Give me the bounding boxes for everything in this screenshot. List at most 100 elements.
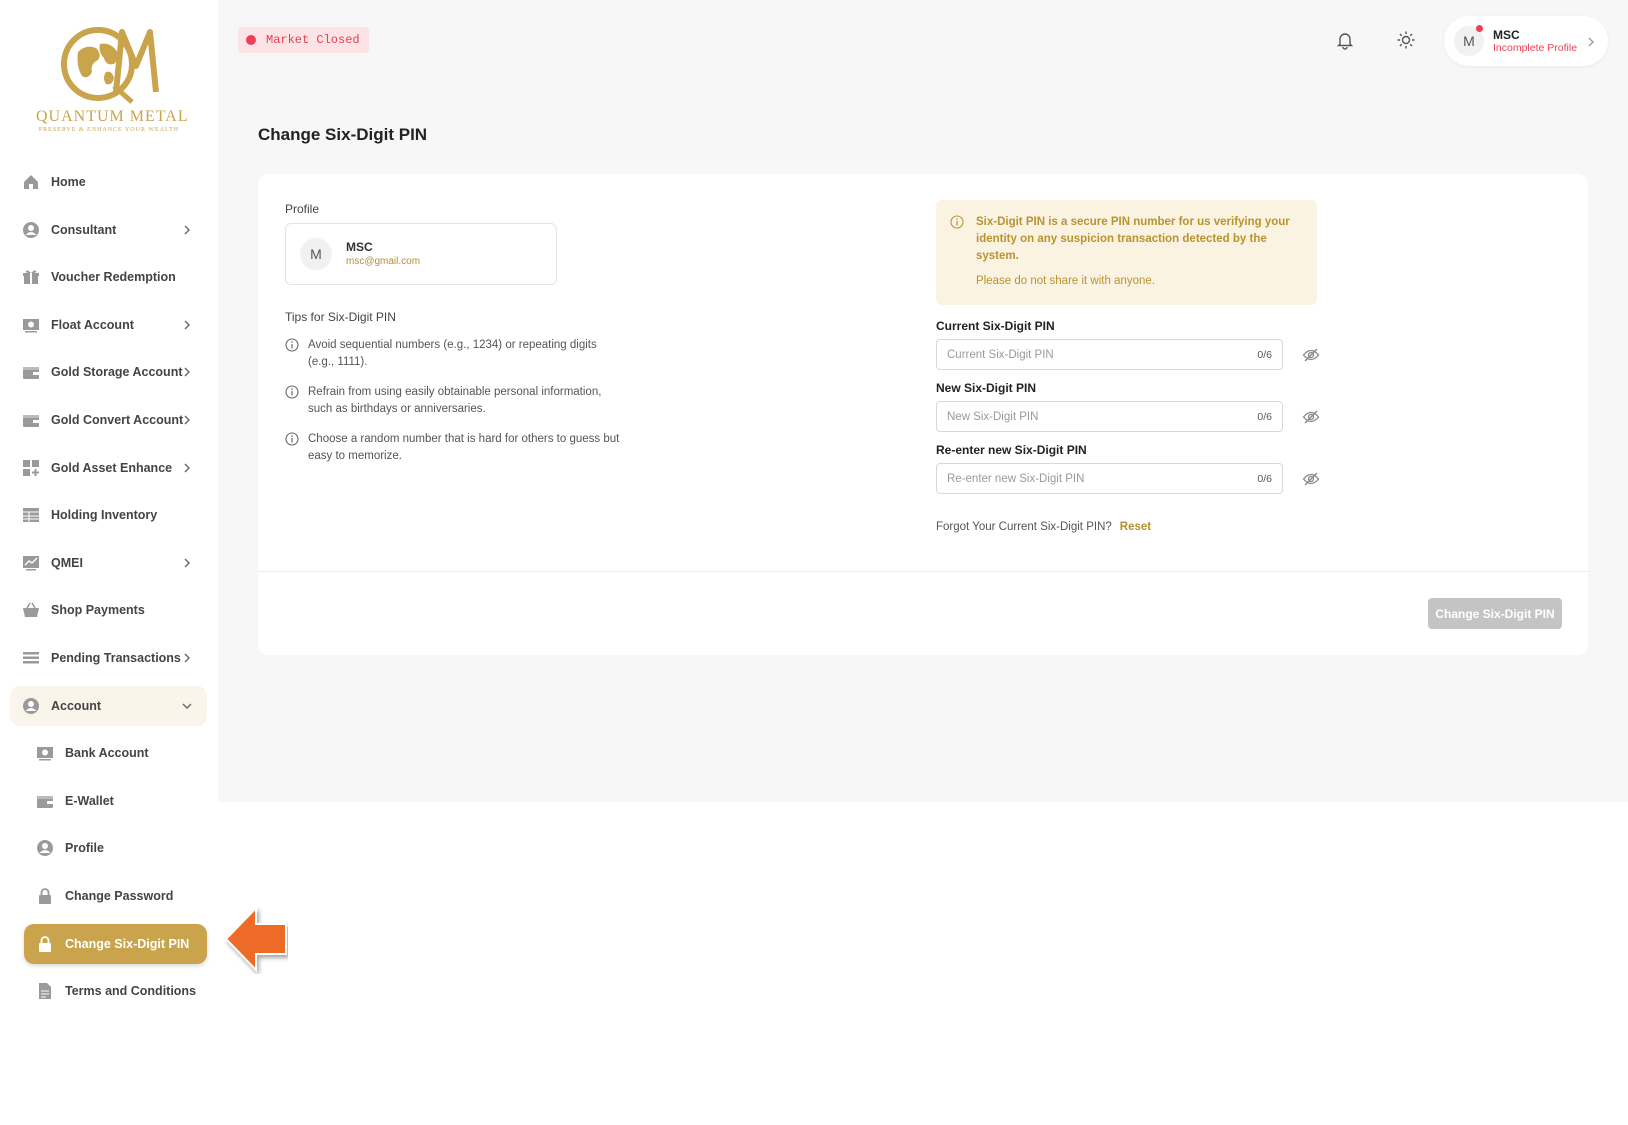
notification-bell-icon[interactable] (1333, 28, 1357, 52)
brand-logo[interactable]: QUANTUM METAL PRESERVE & ENHANCE YOUR WE… (36, 22, 189, 138)
wallet-icon (36, 792, 54, 810)
basket-icon (22, 601, 40, 619)
profile-info: MSC msc@gmail.com (346, 239, 420, 269)
forgot-pin-text: Forgot Your Current Six-Digit PIN? (936, 521, 1112, 533)
new-pin-input[interactable] (947, 410, 1258, 423)
sidebar-item-profile[interactable]: Profile (24, 828, 207, 868)
lock-icon (36, 935, 54, 953)
sidebar-item-label: Shop Payments (51, 603, 145, 618)
card-divider (258, 571, 1588, 572)
alert-note-text: Please do not share it with anyone. (976, 275, 1156, 287)
tip-text: Avoid sequential numbers (e.g., 1234) or… (308, 339, 597, 368)
user-profile-chip[interactable]: M MSC Incomplete Profile (1444, 16, 1608, 66)
document-icon (36, 982, 54, 1000)
tip-text: Refrain from using easily obtainable per… (308, 386, 602, 415)
user-name: MSC (1493, 27, 1520, 42)
sidebar-item-label: Home (51, 175, 86, 189)
sidebar-item-account[interactable]: Account (10, 685, 207, 726)
sidebar-item-change-six-digit-pin[interactable]: Change Six-Digit PIN (24, 923, 207, 964)
user-circle-icon (36, 839, 54, 857)
sidebar-item-bank-account[interactable]: Bank Account (24, 733, 207, 773)
change-pin-submit-button[interactable]: Change Six-Digit PIN (1428, 598, 1562, 629)
status-dot-icon (246, 35, 256, 45)
list-icon (22, 649, 40, 667)
chevron-right-icon (181, 556, 193, 568)
grid-plus-icon (22, 459, 40, 477)
sidebar-item-e-wallet[interactable]: E-Wallet (24, 781, 207, 821)
lock-icon (36, 887, 54, 905)
sidebar-item-gold-convert-account[interactable]: Gold Convert Account (10, 400, 207, 440)
eye-off-icon[interactable] (1302, 346, 1320, 364)
table-icon (22, 506, 40, 524)
reenter-pin-input[interactable] (947, 472, 1258, 485)
sidebar-item-label: Gold Storage Account (51, 365, 183, 380)
char-counter: 0/6 (1257, 348, 1272, 361)
brand-tagline: PRESERVE & ENHANCE YOUR WEALTH (38, 127, 180, 133)
wallet-icon (22, 411, 40, 429)
chart-icon (22, 554, 40, 572)
info-icon (285, 432, 299, 446)
sidebar-item-gold-asset-enhance[interactable]: Gold Asset Enhance (10, 448, 207, 488)
char-counter: 0/6 (1257, 410, 1272, 423)
chevron-right-icon (181, 223, 193, 235)
profile-email: msc@gmail.com (346, 256, 421, 268)
avatar: M (1454, 25, 1484, 56)
sidebar-item-shop-payments[interactable]: Shop Payments (10, 590, 207, 630)
sidebar-item-label: Holding Inventory (51, 508, 158, 523)
chevron-right-icon (181, 651, 193, 663)
sidebar-item-label: Gold Convert Account (51, 412, 184, 427)
alert-main-text: Six-Digit PIN is a secure PIN number for… (976, 216, 1290, 262)
sidebar-item-label: Change Password (65, 888, 174, 903)
sidebar-item-label: Pending Transactions (51, 650, 181, 665)
new-pin-label: New Six-Digit PIN (936, 381, 1037, 395)
profile-summary: M MSC msc@gmail.com (285, 223, 557, 285)
tip-item: Refrain from using easily obtainable per… (285, 384, 625, 418)
user-circle-icon (22, 697, 40, 715)
chevron-right-icon (1586, 35, 1596, 53)
reenter-pin-field: 0/6 (936, 463, 1283, 494)
eye-off-icon[interactable] (1302, 408, 1320, 426)
info-icon (285, 385, 299, 399)
sidebar-item-label: Account (51, 698, 101, 713)
current-pin-label: Current Six-Digit PIN (936, 319, 1055, 333)
sidebar-item-qmei[interactable]: QMEI (10, 543, 207, 583)
annotation-arrow-icon (224, 904, 288, 974)
chevron-right-icon (181, 318, 193, 330)
brand-name: QUANTUM METAL (36, 108, 189, 125)
avatar-initial: M (310, 246, 322, 262)
sidebar-item-home[interactable]: Home (10, 162, 207, 202)
info-icon (285, 338, 299, 352)
tips-title: Tips for Six-Digit PIN (285, 310, 396, 324)
sidebar-item-holding-inventory[interactable]: Holding Inventory (10, 495, 207, 535)
chevron-right-icon (181, 461, 193, 473)
banknote-icon (36, 744, 54, 762)
sidebar-item-pending-transactions[interactable]: Pending Transactions (10, 638, 207, 678)
user-info: MSC Incomplete Profile (1493, 28, 1577, 55)
profile-status: Incomplete Profile (1493, 41, 1578, 54)
new-pin-field: 0/6 (936, 401, 1283, 432)
sidebar-item-label: Terms and Conditions (65, 984, 197, 999)
app-window: QUANTUM METAL PRESERVE & ENHANCE YOUR WE… (0, 0, 1628, 1125)
sidebar-item-label: QMEI (51, 555, 83, 570)
gift-icon (22, 268, 40, 286)
change-pin-card: Profile M MSC msc@gmail.com Tips for Six… (258, 174, 1588, 655)
user-circle-icon (22, 221, 40, 239)
current-pin-field: 0/6 (936, 339, 1283, 370)
theme-sun-icon[interactable] (1394, 28, 1418, 52)
sidebar-nav: Home Consultant Voucher Redemption Float… (10, 162, 207, 1019)
sidebar-item-consultant[interactable]: Consultant (10, 210, 207, 250)
sidebar-item-label: Change Six-Digit PIN (65, 936, 190, 951)
current-pin-input[interactable] (947, 348, 1258, 361)
sidebar-item-voucher-redemption[interactable]: Voucher Redemption (10, 257, 207, 297)
pin-info-alert: Six-Digit PIN is a secure PIN number for… (936, 200, 1317, 305)
sidebar-item-terms-and-conditions[interactable]: Terms and Conditions (24, 971, 207, 1011)
sidebar-item-float-account[interactable]: Float Account (10, 305, 207, 345)
eye-off-icon[interactable] (1302, 470, 1320, 488)
sidebar-item-gold-storage-account[interactable]: Gold Storage Account (10, 352, 207, 392)
sidebar-item-change-password[interactable]: Change Password (24, 876, 207, 916)
reset-pin-link[interactable]: Reset (1120, 521, 1151, 533)
sidebar-item-label: Gold Asset Enhance (51, 460, 173, 475)
tip-text: Choose a random number that is hard for … (308, 433, 620, 462)
profile-section-label: Profile (285, 202, 320, 216)
sidebar-item-label: Float Account (51, 317, 134, 332)
